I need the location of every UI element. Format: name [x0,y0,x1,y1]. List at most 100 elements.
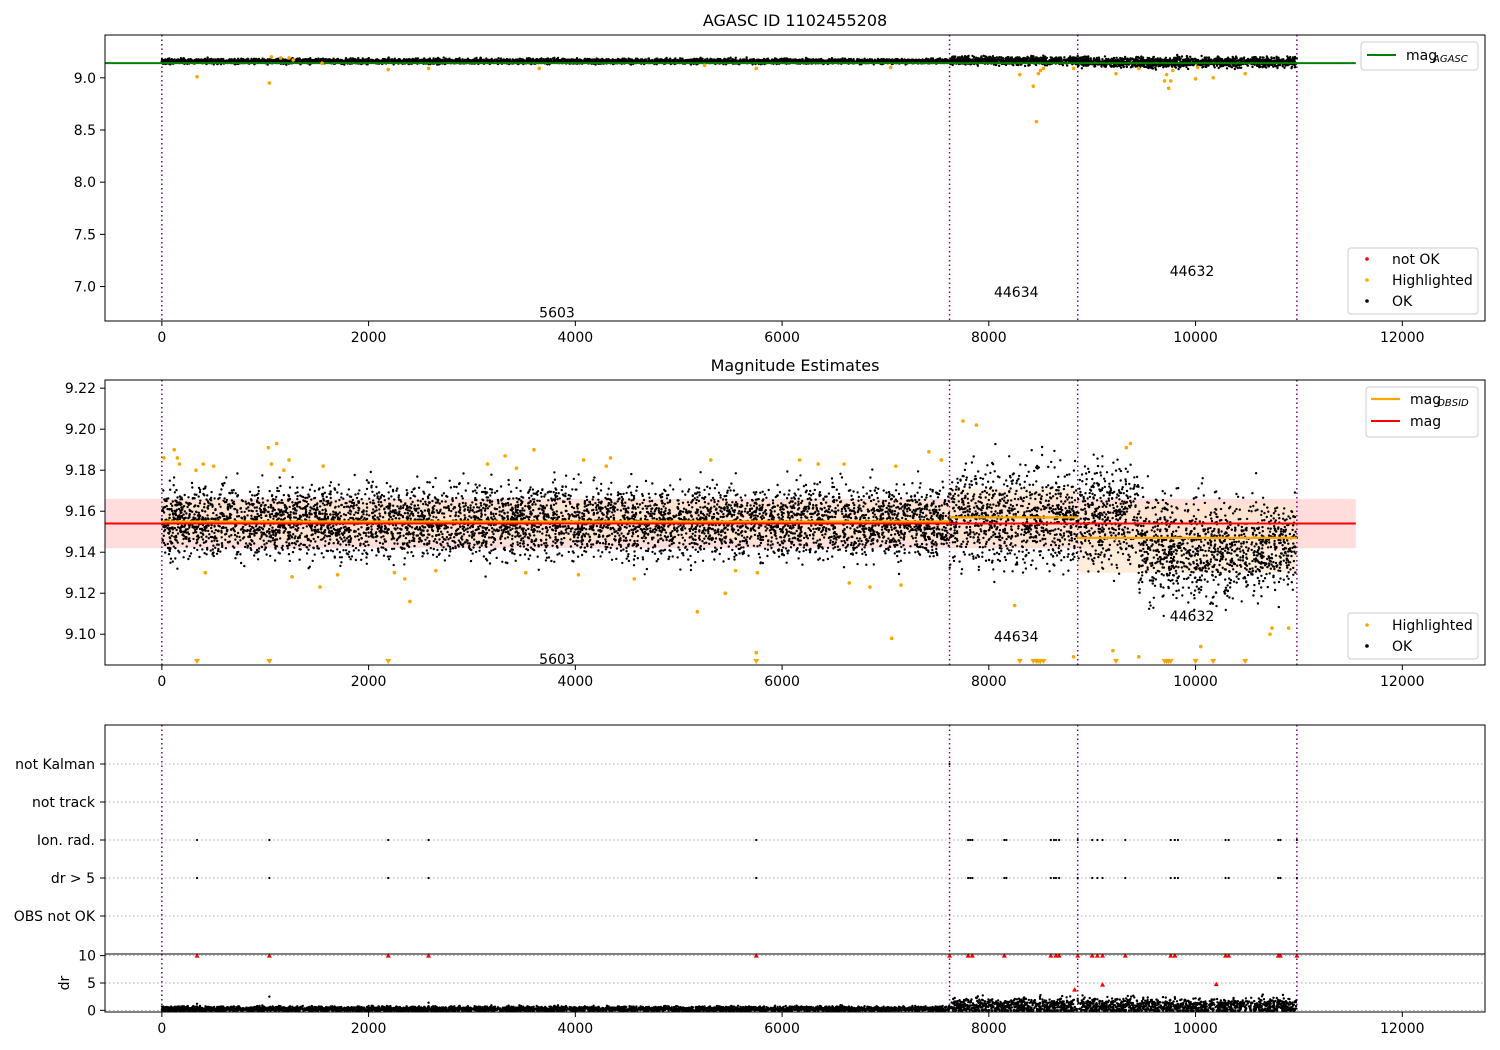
ok-point [827,58,830,61]
ok-point [420,58,423,61]
ok-point [918,59,922,62]
ok-point [928,59,931,62]
ok-point [508,59,511,62]
ok-point [883,59,887,62]
ok-point [804,58,807,61]
ok-point [398,58,402,61]
ok-point [523,59,527,62]
figure: AGASC ID 1102455208 560344634446320 2000 4… [14,11,1486,1037]
ok-point [849,58,853,61]
ok-point [780,57,783,60]
ok-point [273,60,276,63]
ok-point [921,58,924,61]
ok-point [194,59,198,63]
ok-point [863,57,866,60]
ok-point [633,59,636,62]
ok-point [739,58,742,61]
ok-point [310,58,314,62]
ok-point [836,58,840,61]
ok-point [734,56,737,59]
ok-point [745,57,748,61]
ok-point [628,57,631,61]
ok-point [595,59,598,63]
ok-point [327,59,330,62]
ok-point [665,58,668,61]
ok-point [528,58,531,61]
ok-point [423,58,426,62]
ok-point [890,58,893,62]
ok-point [578,59,581,62]
ok-point [583,57,587,60]
ok-point [479,56,482,59]
ok-point [387,56,390,59]
ok-point [447,58,451,62]
ok-point [284,59,287,63]
ok-point [906,58,909,61]
ok-point [617,60,620,63]
ok-point [931,59,934,63]
ok-point [479,60,483,63]
ok-point [253,59,257,63]
ok-point [706,57,709,60]
ok-point [762,59,766,62]
ok-point [639,59,642,62]
ok-point [718,59,721,63]
ok-point [644,60,647,63]
ok-point [238,59,241,62]
ok-point [473,57,476,60]
ok-point [220,57,223,61]
ok-point [215,59,219,63]
ok-point [427,58,431,62]
ok-point [812,59,815,63]
ok-point [213,58,216,62]
ok-point [246,59,249,62]
ok-point [689,60,692,63]
ok-point [492,59,495,62]
ok-point [308,58,311,61]
ok-point [580,59,583,62]
ok-point [250,59,253,63]
ok-point [631,59,634,62]
ok-point [856,59,860,62]
ok-point [809,59,812,62]
ok-point [357,57,360,60]
ok-point [433,60,436,63]
ok-point [606,58,609,61]
ok-point [570,58,573,61]
ok-point [613,59,616,62]
ok-point [319,58,323,61]
ok-point [179,57,183,60]
ok-point [924,58,928,61]
ok-point [268,58,271,62]
ok-point [556,56,560,60]
ok-point [621,59,624,62]
ok-point [503,59,507,62]
ok-point [751,59,754,62]
ok-point [206,58,209,62]
ok-point [160,57,164,61]
ok-point [562,57,565,60]
ok-point [793,58,796,62]
ok-point [346,58,349,62]
ok-point [900,58,904,62]
ok-point [353,60,357,63]
ok-point [304,59,308,62]
ok-point [365,58,369,61]
ok-point [289,59,292,62]
ok-point [860,58,864,61]
ok-point [911,58,914,62]
ok-point [208,58,211,61]
agasc-panel-title: AGASC ID 1102455208 [703,11,887,30]
ok-point [202,59,206,62]
ok-point [789,58,792,61]
ok-point [729,56,732,59]
ok-point [944,58,947,61]
ok-point [471,60,475,63]
ok-point [741,58,745,61]
ok-point [519,59,522,63]
ok-point [616,57,619,61]
ok-point [625,58,628,61]
ok-point [610,59,613,62]
ok-point [474,59,477,63]
ok-point [934,58,937,62]
